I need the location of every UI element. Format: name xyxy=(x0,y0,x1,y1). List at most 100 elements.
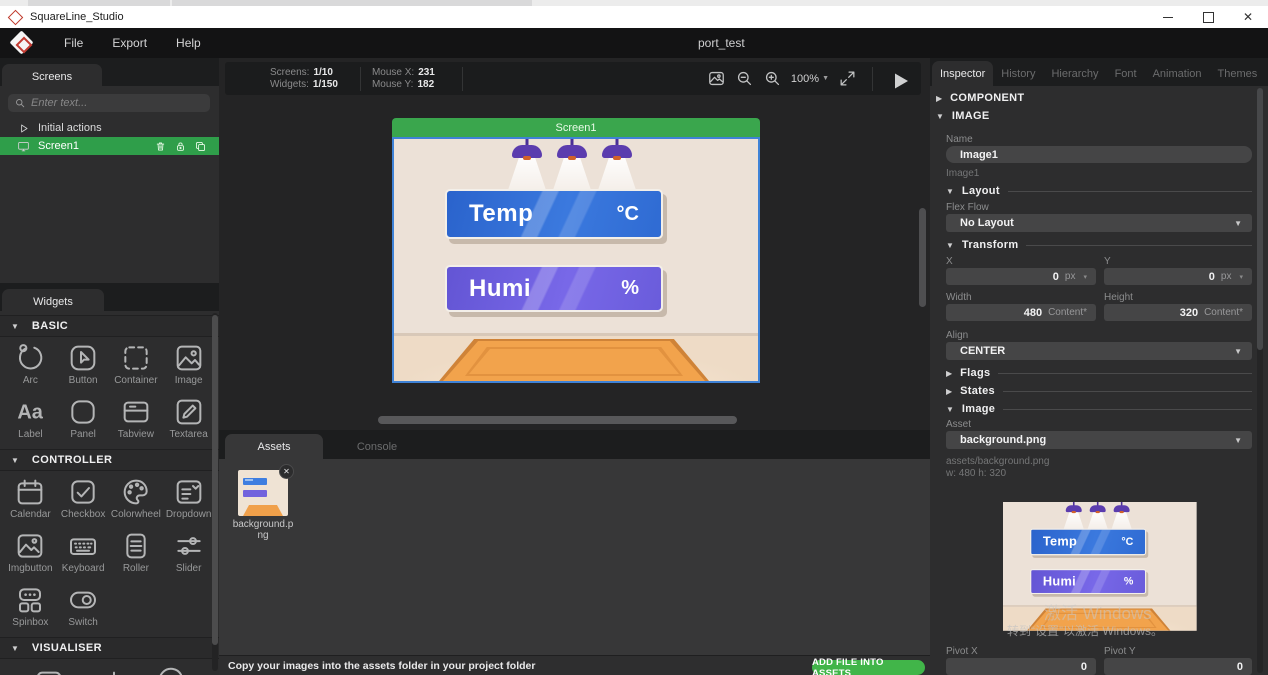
layout-section-header[interactable]: ▼Layout xyxy=(946,185,1252,197)
component-section-header[interactable]: ▶COMPONENT xyxy=(936,92,1024,104)
flex-flow-dropdown[interactable]: No Layout▼ xyxy=(946,214,1252,232)
widget-imgbutton[interactable]: Imgbutton xyxy=(4,530,57,580)
tab-history[interactable]: History xyxy=(993,61,1043,86)
asset-path: assets/background.png xyxy=(946,456,1049,467)
section-header-basic[interactable]: ▼BASIC xyxy=(0,315,219,337)
svg-text:Aa: Aa xyxy=(18,402,44,424)
y-input[interactable]: 0px▾ xyxy=(1104,268,1252,285)
zoom-out-icon[interactable] xyxy=(735,69,754,88)
slider-icon xyxy=(173,530,205,562)
widget-slider[interactable]: Slider xyxy=(162,530,215,580)
widgets-scrollbar[interactable] xyxy=(212,313,218,671)
minimize-button[interactable] xyxy=(1148,6,1188,28)
tab-assets[interactable]: Assets xyxy=(225,434,323,459)
tab-font[interactable]: Font xyxy=(1107,61,1145,86)
image-subsection-header[interactable]: ▼Image xyxy=(946,403,1252,415)
align-label: Align xyxy=(946,330,968,341)
zoom-in-icon[interactable] xyxy=(763,69,782,88)
widget-dropdown[interactable]: Dropdown xyxy=(162,476,215,526)
maximize-button[interactable] xyxy=(1188,6,1228,28)
chevron-down-icon: ▼ xyxy=(822,75,829,82)
screens-panel: Enter text... Initial actions Screen1 xyxy=(0,86,219,283)
humi-panel[interactable]: Humi % xyxy=(445,265,663,312)
squareline-studio-window: SquareLine_Studio ✕ File Export Help por… xyxy=(0,0,1268,675)
canvas-horizontal-scrollbar[interactable] xyxy=(378,416,737,424)
widget-spinner[interactable] xyxy=(140,664,201,675)
height-input[interactable]: 320Content* xyxy=(1104,304,1252,321)
widget-checkbox[interactable]: Checkbox xyxy=(57,476,110,526)
image-section-header[interactable]: ▼IMAGE xyxy=(936,110,989,122)
widget-arc[interactable]: Arc xyxy=(4,342,57,392)
widget-keyboard[interactable]: Keyboard xyxy=(57,530,110,580)
widget-panel[interactable]: Panel xyxy=(57,396,110,446)
screen1-row[interactable]: Screen1 xyxy=(0,137,219,155)
y-label: Y xyxy=(1104,256,1111,267)
widget-chart[interactable] xyxy=(79,664,140,675)
width-input[interactable]: 480Content* xyxy=(946,304,1096,321)
tab-hierarchy[interactable]: Hierarchy xyxy=(1043,61,1106,86)
widget-roller[interactable]: Roller xyxy=(110,530,163,580)
delete-icon[interactable] xyxy=(154,140,167,153)
tab-console[interactable]: Console xyxy=(328,434,426,459)
lock-icon[interactable] xyxy=(174,140,187,153)
tab-themes[interactable]: Themes xyxy=(1210,61,1266,86)
asset-thumbnail[interactable]: ✕ xyxy=(238,470,288,516)
widget-colorwheel[interactable]: Colorwheel xyxy=(110,476,163,526)
zoom-level-dropdown[interactable]: 100%▼ xyxy=(791,73,829,85)
search-input[interactable]: Enter text... xyxy=(8,94,210,112)
pivot-x-input[interactable]: 0 xyxy=(946,658,1096,675)
tab-inspector[interactable]: Inspector xyxy=(932,61,993,86)
flex-flow-label: Flex Flow xyxy=(946,202,989,213)
screen1-canvas-header[interactable]: Screen1 xyxy=(392,118,760,137)
menu-help[interactable]: Help xyxy=(176,36,201,50)
screen1-canvas-title: Screen1 xyxy=(556,122,597,134)
widget-textarea[interactable]: Textarea xyxy=(162,396,215,446)
widget-tabview[interactable]: Tabview xyxy=(110,396,163,446)
asset-dropdown[interactable]: background.png▼ xyxy=(946,431,1252,449)
name-input[interactable]: Image1 xyxy=(946,146,1252,163)
remove-asset-icon[interactable]: ✕ xyxy=(279,464,294,479)
section-header-controller[interactable]: ▼CONTROLLER xyxy=(0,449,219,471)
transform-section-header[interactable]: ▼Transform xyxy=(946,239,1252,251)
inspector-scrollbar[interactable] xyxy=(1257,88,1263,673)
play-button[interactable] xyxy=(888,69,907,88)
widget-image[interactable]: Image xyxy=(162,342,215,392)
add-file-into-assets-button[interactable]: ADD FILE INTO ASSETS xyxy=(812,660,925,675)
widget-button[interactable]: Button xyxy=(57,342,110,392)
widget-grid-controller: CalendarCheckboxColorwheelDropdown Imgbut… xyxy=(0,471,219,637)
temp-panel[interactable]: Temp °C xyxy=(445,189,663,239)
menu-export[interactable]: Export xyxy=(112,36,147,50)
close-button[interactable]: ✕ xyxy=(1228,6,1268,28)
widget-bar[interactable] xyxy=(18,664,79,675)
background-image-icon[interactable] xyxy=(707,69,726,88)
x-input[interactable]: 0px▾ xyxy=(946,268,1096,285)
assets-footer: Copy your images into the assets folder … xyxy=(219,655,930,675)
align-dropdown[interactable]: CENTER▼ xyxy=(946,342,1252,360)
duplicate-icon[interactable] xyxy=(194,140,207,153)
screen1-canvas[interactable]: Temp °C Humi % xyxy=(392,137,760,383)
widget-calendar[interactable]: Calendar xyxy=(4,476,57,526)
calendar-icon xyxy=(14,476,46,508)
widget-spinbox[interactable]: Spinbox xyxy=(4,584,57,634)
squareline-logo-icon xyxy=(9,30,35,56)
menu-file[interactable]: File xyxy=(64,36,83,50)
screen-scene: Temp °C Humi % xyxy=(394,139,758,381)
humi-unit: % xyxy=(621,277,639,300)
section-header-visualiser[interactable]: ▼VISUALISER xyxy=(0,637,219,659)
humi-panel[interactable]: Humi % xyxy=(1030,569,1146,594)
widget-label[interactable]: AaLabel xyxy=(4,396,57,446)
label-icon: Aa xyxy=(14,396,46,428)
flags-section-header[interactable]: ▶Flags xyxy=(946,367,1252,379)
initial-actions-row[interactable]: Initial actions xyxy=(0,119,219,137)
pivot-y-input[interactable]: 0 xyxy=(1104,658,1252,675)
widget-switch[interactable]: Switch xyxy=(57,584,110,634)
temp-panel[interactable]: Temp °C xyxy=(1030,529,1146,556)
fit-screen-icon[interactable] xyxy=(838,69,857,88)
tab-animation[interactable]: Animation xyxy=(1145,61,1210,86)
states-section-header[interactable]: ▶States xyxy=(946,385,1252,397)
assets-hint: Copy your images into the assets folder … xyxy=(228,660,535,672)
widget-container[interactable]: Container xyxy=(110,342,163,392)
canvas-vertical-scrollbar[interactable] xyxy=(919,208,926,307)
widgets-tabstrip: Widgets xyxy=(0,283,219,311)
image-icon xyxy=(173,342,205,374)
